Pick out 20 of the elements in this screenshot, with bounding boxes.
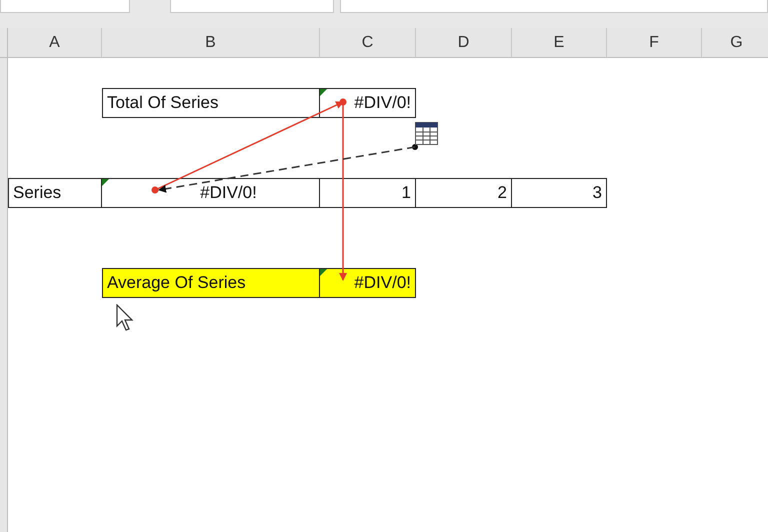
name-box[interactable] (0, 0, 130, 13)
column-header[interactable]: B (102, 28, 320, 57)
table-cell: 3 (512, 178, 607, 208)
table-cell: 2 (416, 178, 512, 208)
column-header[interactable]: E (512, 28, 607, 57)
formula-bar[interactable] (340, 0, 768, 13)
function-box[interactable] (170, 0, 334, 13)
column-header[interactable]: G (702, 28, 768, 57)
table-cell: #DIV/0! (320, 268, 416, 298)
column-header[interactable]: D (416, 28, 512, 57)
table-cell: #DIV/0! (102, 178, 320, 208)
table-cell: Total Of Series (102, 88, 320, 118)
column-header[interactable]: C (320, 28, 416, 57)
table-cell: Series (8, 178, 102, 208)
table-cell: 1 (320, 178, 416, 208)
column-header[interactable]: F (607, 28, 702, 57)
mouse-pointer-icon (116, 304, 134, 332)
column-header[interactable]: A (8, 28, 102, 57)
table-cell: Average Of Series (102, 268, 320, 298)
table-icon (415, 122, 438, 145)
